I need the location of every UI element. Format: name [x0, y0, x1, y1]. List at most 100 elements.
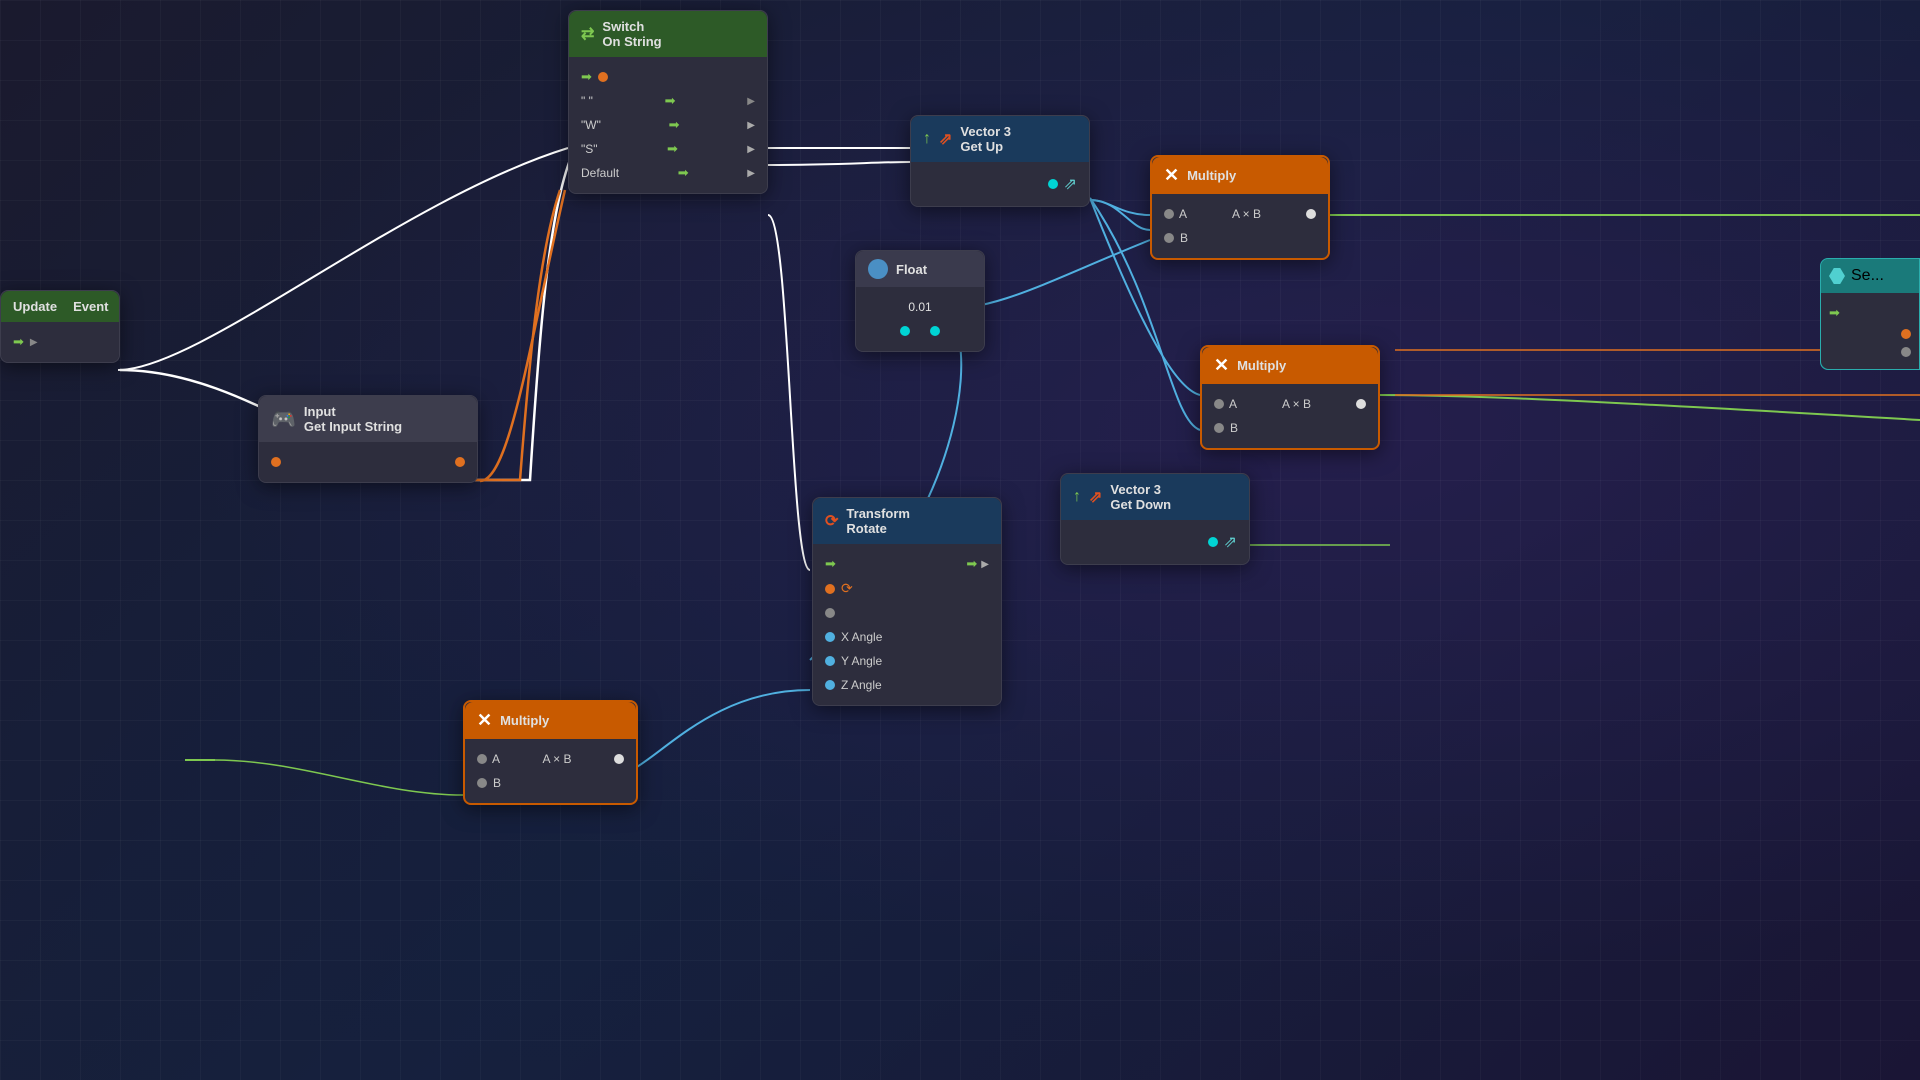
switch-tri-empty: ▶ [747, 96, 755, 107]
vec3-down-title: Vector 3 [1110, 482, 1171, 497]
vec3-up-output-icon: ⇗ [1064, 174, 1077, 194]
multiply-mid-title: Multiply [1237, 358, 1286, 373]
mult-bot-axb-label: A × B [542, 752, 571, 766]
update-event-header: Update Event [1, 291, 119, 322]
vec3-up-icon: ↑ [923, 130, 931, 148]
float-node[interactable]: Float 0.01 [855, 250, 985, 352]
transform-obj-port [825, 584, 835, 594]
vec3-down-header: ↑ ⇗ Vector 3 Get Down [1061, 474, 1249, 520]
switch-label-empty: " " [581, 94, 593, 108]
update-event-node[interactable]: Update Event ➡ ▶ [0, 290, 120, 363]
multiply-top-b-row: B [1152, 226, 1328, 250]
switch-exec-in: ➡ [581, 69, 592, 85]
mult-bot-axb-port [614, 754, 624, 764]
vec3-get-up-node[interactable]: ↑ ⇗ Vector 3 Get Up ⇗ [910, 115, 1090, 207]
transform-x-port [825, 632, 835, 642]
multiply-top-axb-row: A A × B [1152, 202, 1328, 226]
vec3-up-icon2: ⇗ [939, 129, 952, 149]
mult-top-axb-port [1306, 209, 1316, 219]
se-diamond-icon [1829, 268, 1845, 284]
vec3-up-out-port [1048, 179, 1058, 189]
multiply-bot-x-icon: ✕ [477, 710, 492, 731]
input-string-node[interactable]: 🎮 Input Get Input String [258, 395, 478, 483]
mult-mid-b-port [1214, 423, 1224, 433]
multiply-top-node[interactable]: ✕ Multiply A A × B B [1150, 155, 1330, 260]
mult-mid-axb-port [1356, 399, 1366, 409]
multiply-mid-axb-row: A A × B [1202, 392, 1378, 416]
multiply-mid-body: A A × B B [1202, 384, 1378, 448]
transform-z-label: Z Angle [841, 678, 882, 692]
se-gray-port [1901, 347, 1911, 357]
vec3-get-down-node[interactable]: ↑ ⇗ Vector 3 Get Down ⇗ [1060, 473, 1250, 565]
input-orange-port-left [271, 457, 281, 467]
switch-header: ⇄ Switch On String [569, 11, 767, 57]
se-arrow-icon: ➡ [1829, 305, 1840, 321]
vec3-up-title: Vector 3 [960, 124, 1011, 139]
se-row1: ➡ [1829, 301, 1911, 325]
mult-mid-a-port [1214, 399, 1224, 409]
mult-top-b-port [1164, 233, 1174, 243]
transform-empty-port [825, 608, 835, 618]
transform-exec-row: ➡ ➡ ▶ [813, 552, 1001, 576]
switch-label-default: Default [581, 166, 619, 180]
float-out-port-1 [900, 326, 910, 336]
se-header: Se... [1821, 259, 1919, 293]
switch-tri-w: ▶ [747, 120, 755, 131]
mult-top-b-label: B [1180, 231, 1188, 245]
multiply-bot-node[interactable]: ✕ Multiply A A × B B [463, 700, 638, 805]
se-title: Se... [1851, 267, 1884, 285]
switch-tri-s: ▶ [747, 144, 755, 155]
exec-triangle: ▶ [30, 337, 38, 348]
switch-arrow-default: ➡ [678, 165, 689, 181]
vec3-up-body: ⇗ [911, 162, 1089, 206]
multiply-top-title: Multiply [1187, 168, 1236, 183]
float-title: Float [896, 262, 927, 277]
input-string-ports [259, 450, 477, 474]
float-header: Float [856, 251, 984, 287]
vec3-down-output-icon: ⇗ [1224, 532, 1237, 552]
input-string-body [259, 442, 477, 482]
update-event-subtitle: Event [73, 299, 108, 314]
update-event-exec-row: ➡ ▶ [1, 330, 119, 354]
switch-title: Switch [602, 19, 661, 34]
transform-rotate-header: ⟳ Transform Rotate [813, 498, 1001, 544]
transform-exec-in: ➡ [825, 556, 836, 572]
mult-bot-a-port [477, 754, 487, 764]
multiply-top-body: A A × B B [1152, 194, 1328, 258]
switch-row-w: "W" ➡ ▶ [569, 113, 767, 137]
float-circle-icon [868, 259, 888, 279]
switch-on-string-node[interactable]: ⇄ Switch On String ➡ " " ➡ ▶ "W" ➡ ▶ "S"… [568, 10, 768, 194]
multiply-bot-body: A A × B B [465, 739, 636, 803]
switch-arrow-s: ➡ [667, 141, 678, 157]
vec3-up-subtitle: Get Up [960, 139, 1011, 154]
multiply-bot-b-row: B [465, 771, 636, 795]
multiply-mid-x-icon: ✕ [1214, 355, 1229, 376]
input-orange-port-right [455, 457, 465, 467]
multiply-mid-b-row: B [1202, 416, 1378, 440]
se-node[interactable]: Se... ➡ [1820, 258, 1920, 370]
switch-arrow-empty: ➡ [665, 93, 676, 109]
mult-mid-a-label: A [1229, 397, 1237, 411]
multiply-bot-header: ✕ Multiply [465, 702, 636, 739]
switch-icon: ⇄ [581, 24, 594, 44]
transform-x-angle-row: X Angle [813, 625, 1001, 649]
float-out-port-2 [930, 326, 940, 336]
transform-tri-out: ▶ [981, 559, 989, 570]
mult-top-a-port [1164, 209, 1174, 219]
se-row2 [1829, 325, 1911, 343]
transform-rotate-body: ➡ ➡ ▶ ⟳ X Angle Y Angle Z Angle [813, 544, 1001, 705]
transform-icon: ⟳ [825, 511, 838, 531]
mult-mid-b-label: B [1230, 421, 1238, 435]
mult-top-axb-label: A × B [1232, 207, 1261, 221]
transform-x-label: X Angle [841, 630, 882, 644]
transform-exec-out: ➡ [966, 556, 977, 572]
transform-object-row: ⟳ [813, 576, 1001, 601]
vec3-down-icon: ↑ [1073, 488, 1081, 506]
update-event-body: ➡ ▶ [1, 322, 119, 362]
multiply-mid-node[interactable]: ✕ Multiply A A × B B [1200, 345, 1380, 450]
se-row3 [1829, 343, 1911, 361]
switch-label-w: "W" [581, 118, 601, 132]
transform-rotate-node[interactable]: ⟳ Transform Rotate ➡ ➡ ▶ ⟳ X Angle [812, 497, 1002, 706]
exec-arrow-icon: ➡ [13, 334, 24, 350]
float-body: 0.01 [856, 287, 984, 351]
